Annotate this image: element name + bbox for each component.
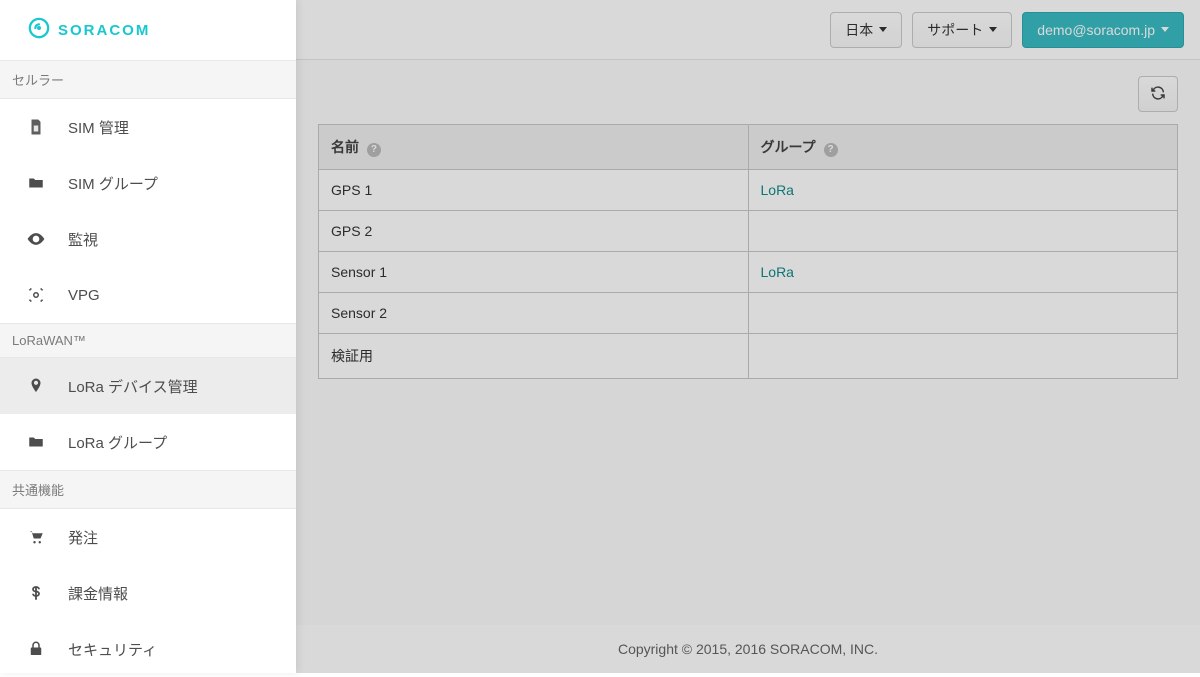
sidebar-item-label: 課金情報 <box>68 583 128 604</box>
dollar-icon <box>26 583 46 603</box>
sidebar-item-order[interactable]: 発注 <box>0 509 296 565</box>
pin-icon <box>26 376 46 396</box>
cell-name: Sensor 2 <box>319 293 749 334</box>
logo-area: SORACOM <box>0 0 296 60</box>
sidebar-section-common: 共通機能 <box>0 470 296 509</box>
support-label: サポート <box>927 20 983 40</box>
copyright-text: Copyright © 2015, 2016 SORACOM, INC. <box>618 641 878 657</box>
refresh-icon <box>1150 85 1166 104</box>
sidebar-item-vpg[interactable]: VPG <box>0 267 296 323</box>
cell-group <box>748 334 1178 379</box>
chevron-down-icon <box>1161 27 1169 32</box>
sidebar-section-cellular: セルラー <box>0 60 296 99</box>
sidebar-item-label: LoRa デバイス管理 <box>68 376 198 397</box>
account-dropdown[interactable]: demo@soracom.jp <box>1022 12 1184 48</box>
sidebar-item-label: SIM 管理 <box>68 117 129 138</box>
vpg-icon <box>26 285 46 305</box>
sidebar-item-security[interactable]: セキュリティ <box>0 621 296 677</box>
table-header-row: 名前 ? グループ ? <box>319 125 1178 170</box>
cell-name: GPS 2 <box>319 211 749 252</box>
cell-group <box>748 293 1178 334</box>
support-dropdown[interactable]: サポート <box>912 12 1012 48</box>
sim-icon <box>26 117 46 137</box>
sidebar-item-label: セキュリティ <box>68 639 157 660</box>
cell-group <box>748 211 1178 252</box>
column-header-group[interactable]: グループ ? <box>748 125 1178 170</box>
logo-mark-icon <box>28 17 50 44</box>
folder-icon <box>26 173 46 193</box>
help-icon[interactable]: ? <box>824 143 838 157</box>
cell-name: 検証用 <box>319 334 749 379</box>
lock-icon <box>26 639 46 659</box>
chevron-down-icon <box>989 27 997 32</box>
eye-icon <box>26 229 46 249</box>
account-label: demo@soracom.jp <box>1037 22 1155 38</box>
help-icon[interactable]: ? <box>367 143 381 157</box>
cell-group: LoRa <box>748 252 1178 293</box>
chevron-down-icon <box>879 27 887 32</box>
table-row[interactable]: Sensor 2 <box>319 293 1178 334</box>
sidebar-item-label: LoRa グループ <box>68 432 167 453</box>
sidebar-section-lorawan: LoRaWAN™ <box>0 323 296 358</box>
group-link[interactable]: LoRa <box>761 182 794 198</box>
sidebar-item-sim-group[interactable]: SIM グループ <box>0 155 296 211</box>
brand-logo[interactable]: SORACOM <box>28 17 150 44</box>
sidebar: SORACOM セルラー SIM 管理 SIM グループ 監視 VPG LoRa… <box>0 0 296 673</box>
brand-name: SORACOM <box>58 22 150 39</box>
table-row[interactable]: 検証用 <box>319 334 1178 379</box>
folder-icon <box>26 432 46 452</box>
language-dropdown[interactable]: 日本 <box>830 12 902 48</box>
cart-icon <box>26 527 46 547</box>
sidebar-item-monitoring[interactable]: 監視 <box>0 211 296 267</box>
sidebar-item-sim-management[interactable]: SIM 管理 <box>0 99 296 155</box>
column-header-label: 名前 <box>331 139 359 155</box>
cell-name: GPS 1 <box>319 170 749 211</box>
table-toolbar <box>318 76 1178 112</box>
cell-name: Sensor 1 <box>319 252 749 293</box>
sidebar-item-label: 発注 <box>68 527 98 548</box>
column-header-name[interactable]: 名前 ? <box>319 125 749 170</box>
refresh-button[interactable] <box>1138 76 1178 112</box>
cell-group: LoRa <box>748 170 1178 211</box>
footer: Copyright © 2015, 2016 SORACOM, INC. <box>296 625 1200 673</box>
table-row[interactable]: GPS 1 LoRa <box>319 170 1178 211</box>
sidebar-item-lora-device[interactable]: LoRa デバイス管理 <box>0 358 296 414</box>
column-header-label: グループ <box>761 139 816 155</box>
sidebar-item-billing[interactable]: 課金情報 <box>0 565 296 621</box>
content: 名前 ? グループ ? GPS 1LoRaGPS 2Sensor 1LoRaSe… <box>296 60 1200 625</box>
main-area: 日本 サポート demo@soracom.jp 名前 ? <box>296 0 1200 673</box>
table-row[interactable]: GPS 2 <box>319 211 1178 252</box>
table-row[interactable]: Sensor 1 LoRa <box>319 252 1178 293</box>
language-label: 日本 <box>845 20 873 40</box>
group-link[interactable]: LoRa <box>761 264 794 280</box>
sidebar-item-label: SIM グループ <box>68 173 158 194</box>
sidebar-item-label: VPG <box>68 287 100 304</box>
sidebar-item-lora-group[interactable]: LoRa グループ <box>0 414 296 470</box>
sidebar-item-label: 監視 <box>68 229 98 250</box>
device-table: 名前 ? グループ ? GPS 1LoRaGPS 2Sensor 1LoRaSe… <box>318 124 1178 379</box>
topbar: 日本 サポート demo@soracom.jp <box>296 0 1200 60</box>
